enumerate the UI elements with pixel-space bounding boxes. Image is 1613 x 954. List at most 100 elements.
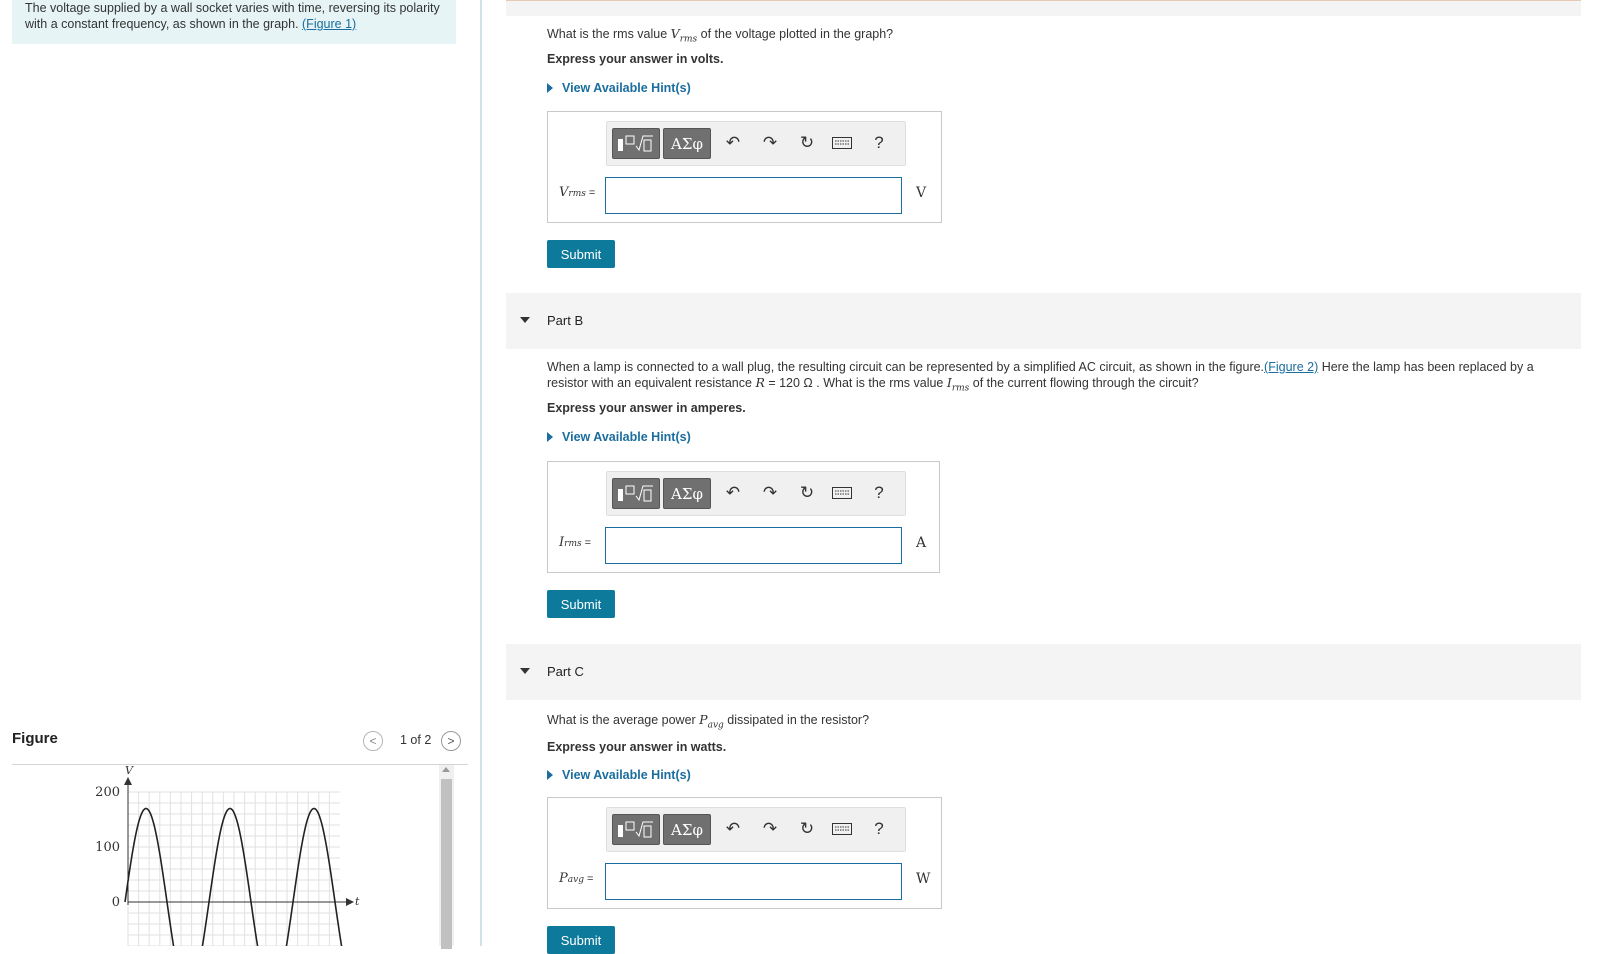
redo-icon[interactable]: ↷ [759,818,781,840]
next-figure-button[interactable]: > [441,731,461,751]
vrms-label: Vrms = [559,185,595,200]
help-icon[interactable]: ? [868,132,890,154]
part-a-answer-box: ΑΣφ ↶ ↷ ↻ ? Vrms = V [547,111,942,223]
part-a-question: What is the rms value Vrms of the voltag… [547,26,893,45]
keyboard-icon[interactable] [831,818,853,840]
symbols-button[interactable]: ΑΣφ [663,128,711,159]
undo-icon[interactable]: ↶ [722,132,744,154]
keyboard-glyph [832,487,852,499]
figure-1-link[interactable]: (Figure 1) [302,17,356,31]
part-a-question-post: of the voltage plotted in the graph? [697,27,894,41]
figure-area: V t 200 100 0 [12,765,468,946]
templates-button[interactable] [612,478,660,509]
part-a-submit-button[interactable]: Submit [547,240,615,268]
caret-down-icon [520,668,530,674]
templates-button[interactable] [612,128,660,159]
part-a-hint-link[interactable]: View Available Hint(s) [547,81,691,95]
pavg-label: Pavg = [559,871,593,886]
prev-figure-button[interactable]: < [363,731,383,751]
reset-icon[interactable]: ↻ [796,818,818,840]
reset-icon[interactable]: ↻ [796,482,818,504]
part-b-text-3-mid: . What is the rms value [812,376,947,390]
undo-icon[interactable]: ↶ [722,482,744,504]
part-c-math-toolbar: ΑΣφ ↶ ↷ ↻ ? [606,807,906,852]
part-b-text-3-pre: resistor with an equivalent resistance [547,376,756,390]
part-c-hint-label: View Available Hint(s) [562,768,691,782]
pavg-answer-input[interactable] [605,863,902,900]
part-c-title: Part C [547,664,584,679]
keyboard-icon[interactable] [831,132,853,154]
symbols-button[interactable]: ΑΣφ [663,814,711,845]
symbols-button[interactable]: ΑΣφ [663,478,711,509]
vrms-unit: V [916,185,927,201]
redo-icon[interactable]: ↷ [759,482,781,504]
part-b-hint-link[interactable]: View Available Hint(s) [547,430,691,444]
reset-icon[interactable]: ↻ [796,132,818,154]
part-b-math-toolbar: ΑΣφ ↶ ↷ ↻ ? [606,471,906,516]
irms-symbol: Irms [947,375,969,394]
scroll-thumb[interactable] [441,779,452,949]
irms-label-eq: = [584,537,592,549]
pavg-sub: avg [707,720,724,731]
irms-answer-input[interactable] [605,527,902,564]
part-c-question-post: dissipated in the resistor? [723,713,870,727]
voltage-graph: V t 200 100 0 [95,765,360,946]
part-b-answer-box: ΑΣφ ↶ ↷ ↻ ? Irms = A [547,461,940,573]
resistance-value: = 120 Ω [764,376,813,390]
vrms-var: V [670,26,680,41]
part-b-text-3-post: of the current flowing through the circu… [969,376,1199,390]
part-a-header-strip [506,0,1581,16]
keyboard-icon[interactable] [831,482,853,504]
part-c-submit-button[interactable]: Submit [547,926,615,954]
vrms-answer-input[interactable] [605,177,902,214]
pavg-var: P [699,712,708,727]
templates-button[interactable] [612,814,660,845]
pavg-symbol: Pavg [699,712,724,731]
part-b-title: Part B [547,313,584,328]
irms-label: Irms = [559,535,591,550]
part-b-header[interactable]: Part B [506,293,1581,349]
y-axis-label: V [125,765,134,777]
part-a-express: Express your answer in volts. [547,52,724,66]
help-icon[interactable]: ? [868,818,890,840]
tick-100: 100 [95,840,120,855]
part-b-hint-label: View Available Hint(s) [562,430,691,444]
keyboard-glyph [832,137,852,149]
voltage-curve [124,807,343,946]
redo-icon[interactable]: ↷ [759,132,781,154]
vrms-label-var: V [559,185,569,200]
irms-unit: A [916,535,927,551]
template-sqrt-icon [618,485,653,501]
tick-0: 0 [112,895,120,910]
x-axis-arrow [346,898,354,906]
scroll-up-arrow-icon[interactable] [442,767,450,772]
part-a-hint-label: View Available Hint(s) [562,81,691,95]
figure-title: Figure [12,730,58,747]
figure-page-count: 1 of 2 [400,733,432,747]
vrms-symbol: Vrms [670,26,698,45]
figure-header: Figure < 1 of 2 > [12,728,468,765]
part-b-text-1: When a lamp is connected to a wall plug,… [547,360,1265,374]
figure-scrollbar[interactable] [439,765,454,949]
part-c-express: Express your answer in watts. [547,740,727,754]
caret-right-icon [547,770,553,780]
caret-right-icon [547,83,553,93]
help-icon[interactable]: ? [868,482,890,504]
part-b-submit-button[interactable]: Submit [547,590,615,618]
part-c-hint-link[interactable]: View Available Hint(s) [547,768,691,782]
irms-label-sub: rms [564,539,582,549]
part-b-text-2: Here the lamp has been replaced by a [1318,360,1534,374]
part-c-question: What is the average power Pavg dissipate… [547,712,869,731]
part-c-header[interactable]: Part C [506,644,1581,700]
pavg-unit: W [916,871,931,887]
vrms-label-sub: rms [568,189,586,199]
undo-icon[interactable]: ↶ [722,818,744,840]
template-sqrt-icon [618,135,653,151]
part-c-question-pre: What is the average power [547,713,700,727]
vrms-sub: rms [679,34,698,45]
left-pane: The voltage supplied by a wall socket va… [0,0,481,949]
figure-2-link[interactable]: (Figure 2) [1264,360,1318,374]
right-pane: What is the rms value Vrms of the voltag… [482,0,1613,954]
part-a-math-toolbar: ΑΣφ ↶ ↷ ↻ ? [606,121,906,166]
vrms-label-eq: = [588,187,596,199]
